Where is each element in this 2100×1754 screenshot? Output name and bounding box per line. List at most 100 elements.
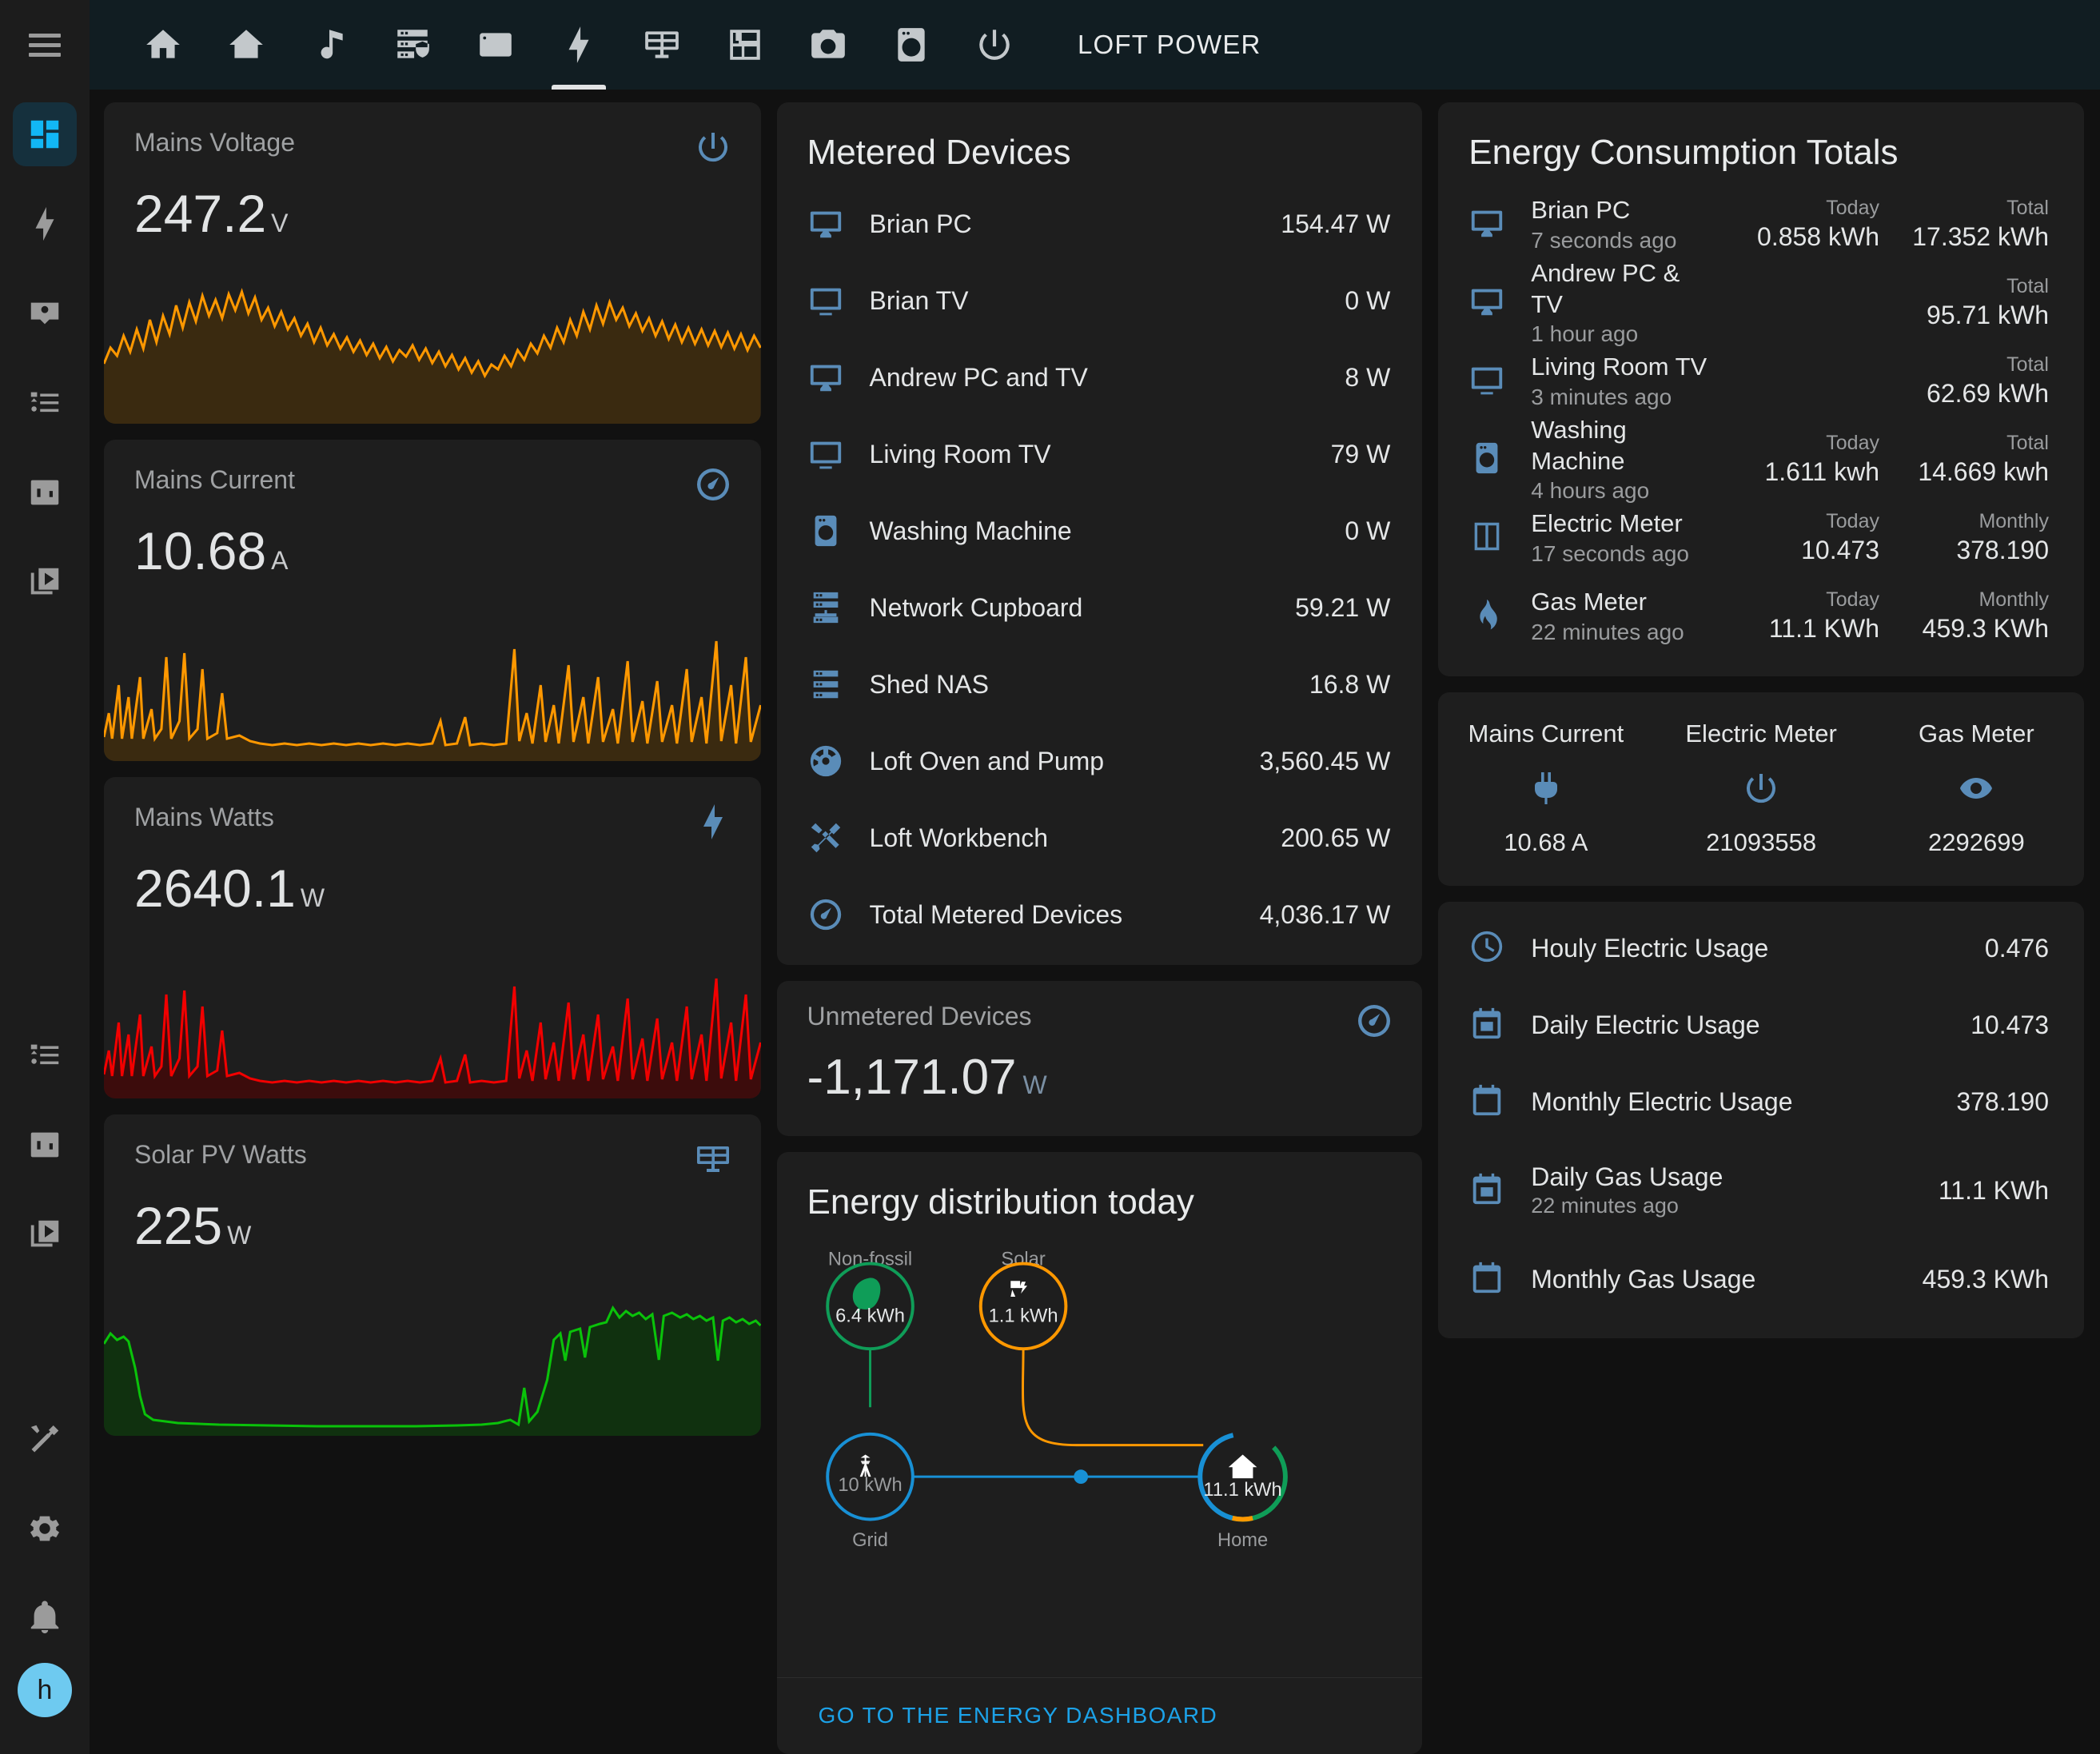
table-row[interactable]: Electric Meter 17 seconds ago Today 10.4… — [1438, 499, 2084, 577]
list-item[interactable]: Houly Electric Usage 0.476 — [1438, 910, 2084, 987]
table-row[interactable]: Loft Workbench 200.65 W — [777, 799, 1423, 876]
tab-solar[interactable] — [620, 0, 703, 90]
table-row[interactable]: Loft Oven and Pump 3,560.45 W — [777, 723, 1423, 799]
sensor-unit: W — [227, 1221, 252, 1250]
nas-icon — [480, 33, 512, 57]
table-row[interactable]: Andrew PC & TV 1 hour ago Total 95.71 kW… — [1438, 259, 2084, 346]
card-title: Energy Consumption Totals — [1468, 133, 1899, 172]
table-row[interactable]: Washing Machine 0 W — [777, 492, 1423, 569]
node-value-grid: 10 kWh — [838, 1475, 902, 1496]
sidebar-item-history[interactable] — [13, 460, 77, 524]
top-navigation-bar: LOFT POWER — [90, 0, 2100, 90]
tab-media[interactable] — [288, 0, 371, 90]
sidebar-item-contacts[interactable] — [13, 281, 77, 345]
tab-appliances[interactable] — [870, 0, 953, 90]
entity-value: 459.3 KWh — [1922, 1264, 2049, 1294]
tab-network[interactable] — [371, 0, 454, 90]
node-label-grid: Grid — [852, 1530, 888, 1551]
monitor-icon — [807, 205, 870, 242]
table-row[interactable]: Shed NAS 16.8 W — [777, 646, 1423, 723]
table-row[interactable]: Andrew PC and TV 8 W — [777, 339, 1423, 416]
column-value: 11.1 KWh — [1768, 614, 1879, 644]
mains-current-sparkline — [104, 609, 761, 761]
list-item[interactable]: Monthly Gas Usage 459.3 KWh — [1438, 1241, 2084, 1317]
tab-power[interactable] — [537, 0, 620, 90]
go-to-energy-dashboard-link[interactable]: GO TO THE ENERGY DASHBOARD — [819, 1703, 1218, 1728]
television-icon — [1468, 361, 1531, 402]
format-list-icon — [30, 392, 59, 413]
sidebar-item-media[interactable] — [13, 550, 77, 614]
column-value: 0.858 kWh — [1757, 222, 1879, 252]
tab-cameras[interactable] — [787, 0, 870, 90]
column-label: Today — [1826, 431, 1879, 454]
glance-value: 10.68 A — [1504, 828, 1588, 856]
monitor-icon — [807, 359, 870, 396]
main-area: LOFT POWER Mains Voltage 247.2 V Mains C… — [90, 0, 2100, 1754]
sidebar-item-developer-tools[interactable] — [13, 1407, 77, 1471]
card-solar-pv-watts[interactable]: Solar PV Watts 225 W — [104, 1114, 761, 1436]
list-item[interactable]: Daily Gas Usage 22 minutes ago 11.1 KWh — [1438, 1140, 2084, 1241]
sidebar-item-logbook-2[interactable] — [13, 1023, 77, 1087]
sidebar-item-notifications[interactable] — [13, 1586, 77, 1650]
table-row[interactable]: Washing Machine 4 hours ago Today 1.611 … — [1438, 416, 2084, 503]
left-column: Mains Voltage 247.2 V Mains Current 10.6… — [104, 102, 761, 1754]
glance-label: Electric Meter — [1685, 720, 1837, 747]
table-row[interactable]: Brian TV 0 W — [777, 262, 1423, 339]
glance-item-mains-current[interactable]: Mains Current 10.68 A — [1438, 720, 1653, 857]
gauge-icon[interactable] — [1355, 1002, 1393, 1044]
table-row[interactable]: Living Room TV 79 W — [777, 416, 1423, 492]
tab-climate[interactable] — [205, 0, 288, 90]
tab-home[interactable] — [122, 0, 205, 90]
sensor-value: 225 W — [104, 1182, 761, 1256]
hamburger-menu-button[interactable] — [0, 0, 90, 90]
column-value: 10.473 — [1801, 536, 1879, 565]
sidebar-item-settings[interactable] — [13, 1497, 77, 1561]
node-value-home: 11.1 kWh — [1203, 1480, 1281, 1501]
sidebar-item-logbook[interactable] — [13, 371, 77, 435]
glance-item-gas-meter[interactable]: Gas Meter 2292699 — [1869, 720, 2084, 857]
sidebar-item-overview[interactable] — [13, 102, 77, 166]
flash-icon[interactable] — [694, 803, 732, 845]
power-icon — [1747, 774, 1776, 803]
entity-name: Andrew PC & TV — [1531, 258, 1680, 318]
tab-floorplan[interactable] — [703, 0, 787, 90]
gauge-icon[interactable] — [694, 465, 732, 508]
entity-name: Houly Electric Usage — [1531, 934, 1769, 963]
avatar[interactable]: h — [18, 1663, 72, 1717]
power-icon[interactable] — [694, 128, 732, 170]
column-label: Total — [2006, 274, 2049, 297]
table-row[interactable]: Living Room TV 3 minutes ago Total 62.69… — [1438, 342, 2084, 421]
table-row[interactable]: Gas Meter 22 minutes ago Today 11.1 KWh … — [1438, 577, 2084, 656]
lightning-bolt-icon — [35, 206, 54, 241]
card-mains-current[interactable]: Mains Current 10.68 A — [104, 440, 761, 761]
clock-icon — [1468, 928, 1531, 969]
calendar-today-icon — [1468, 1005, 1531, 1046]
home-icon — [1228, 1454, 1257, 1479]
list-item[interactable]: Daily Electric Usage 10.473 — [1438, 987, 2084, 1063]
sidebar: h — [0, 0, 90, 1754]
sidebar-item-media-2[interactable] — [13, 1202, 77, 1266]
sidebar-item-energy[interactable] — [13, 192, 77, 256]
sidebar-item-history-2[interactable] — [13, 1113, 77, 1177]
list-item[interactable]: Monthly Electric Usage 378.190 — [1438, 1063, 2084, 1140]
tab-switches[interactable] — [953, 0, 1036, 90]
table-row[interactable]: Brian PC 154.47 W — [777, 185, 1423, 262]
television-icon — [807, 436, 870, 472]
account-box-icon — [30, 302, 59, 325]
entity-value: 0 W — [1345, 285, 1391, 315]
link-solar-home — [1021, 1349, 1203, 1447]
table-row[interactable]: Brian PC 7 seconds ago Today 0.858 kWh T… — [1438, 185, 2084, 264]
table-row[interactable]: Total Metered Devices 4,036.17 W — [777, 876, 1423, 953]
solar-panel-icon[interactable] — [694, 1140, 732, 1182]
card-mains-voltage[interactable]: Mains Voltage 247.2 V — [104, 102, 761, 424]
card-mains-watts[interactable]: Mains Watts 2640.1 W — [104, 777, 761, 1098]
glance-item-electric-meter[interactable]: Electric Meter 21093558 — [1654, 720, 1869, 857]
unmetered-unit: W — [1022, 1070, 1047, 1099]
camera-icon — [811, 30, 845, 58]
card-energy-distribution: Energy distribution today Non-fossil Sol… — [776, 1151, 1423, 1754]
card-unmetered-devices[interactable]: Unmetered Devices -1,171.07 W — [776, 980, 1423, 1136]
card-title: Energy distribution today — [807, 1182, 1194, 1222]
tab-nas[interactable] — [454, 0, 537, 90]
entity-value: 3,560.45 W — [1259, 746, 1391, 775]
table-row[interactable]: Network Cupboard 59.21 W — [777, 569, 1423, 646]
